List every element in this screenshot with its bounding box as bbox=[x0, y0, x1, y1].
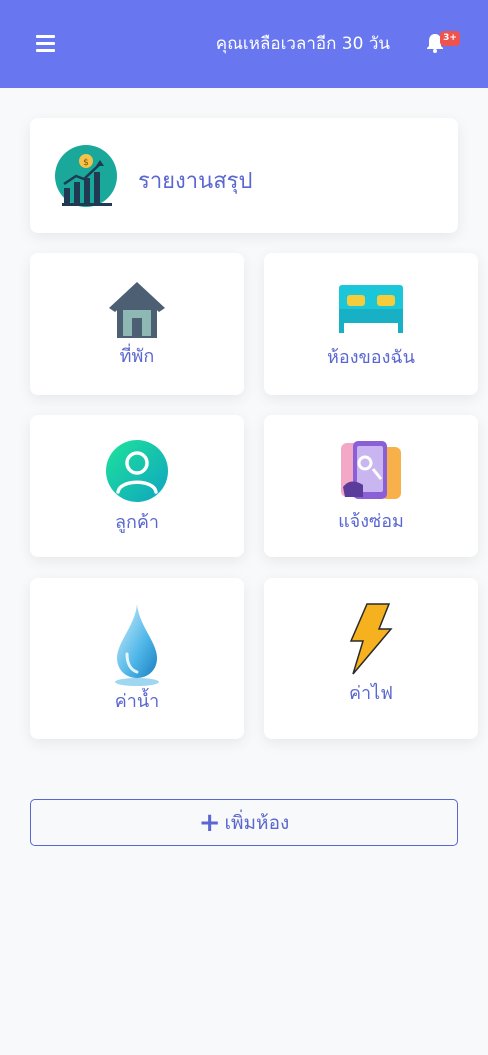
summary-report-label: รายงานสรุป bbox=[138, 169, 253, 194]
repair-icon bbox=[341, 441, 401, 499]
tile-accommodation[interactable]: ที่พัก bbox=[30, 253, 244, 395]
tile-electricity-bill[interactable]: ค่าไฟ bbox=[264, 578, 478, 739]
tile-label: แจ้งซ่อม bbox=[338, 511, 404, 532]
notification-badge: 3+ bbox=[440, 31, 460, 46]
summary-report-card[interactable]: $ รายงานสรุป bbox=[30, 118, 458, 233]
water-drop-icon bbox=[115, 604, 159, 686]
tile-label: ค่าไฟ bbox=[349, 683, 393, 704]
top-navbar: คุณเหลือเวลาอีก 30 วัน 3+ bbox=[0, 0, 488, 88]
tile-repair-request[interactable]: แจ้งซ่อม bbox=[264, 415, 478, 557]
add-room-label: เพิ่มห้อง bbox=[224, 811, 290, 834]
tile-label: ค่าน้ำ bbox=[114, 691, 160, 712]
trial-remaining-text: คุณเหลือเวลาอีก 30 วัน bbox=[215, 34, 390, 54]
tile-label: ห้องของฉัน bbox=[327, 347, 415, 368]
tile-label: ที่พัก bbox=[119, 346, 155, 367]
chart-growth-icon: $ bbox=[55, 145, 117, 207]
lightning-icon bbox=[349, 603, 393, 675]
add-room-button[interactable]: + เพิ่มห้อง bbox=[30, 799, 458, 846]
tile-label: ลูกค้า bbox=[114, 512, 160, 533]
tile-my-rooms[interactable]: ห้องของฉัน bbox=[264, 253, 478, 395]
svg-text:$: $ bbox=[83, 158, 89, 168]
menu-icon[interactable] bbox=[36, 35, 55, 52]
tile-water-bill[interactable]: ค่าน้ำ bbox=[30, 578, 244, 739]
tile-customers[interactable]: ลูกค้า bbox=[30, 415, 244, 557]
user-icon bbox=[106, 440, 168, 502]
bed-icon bbox=[339, 285, 403, 333]
plus-icon: + bbox=[198, 807, 221, 838]
house-icon bbox=[109, 282, 165, 338]
